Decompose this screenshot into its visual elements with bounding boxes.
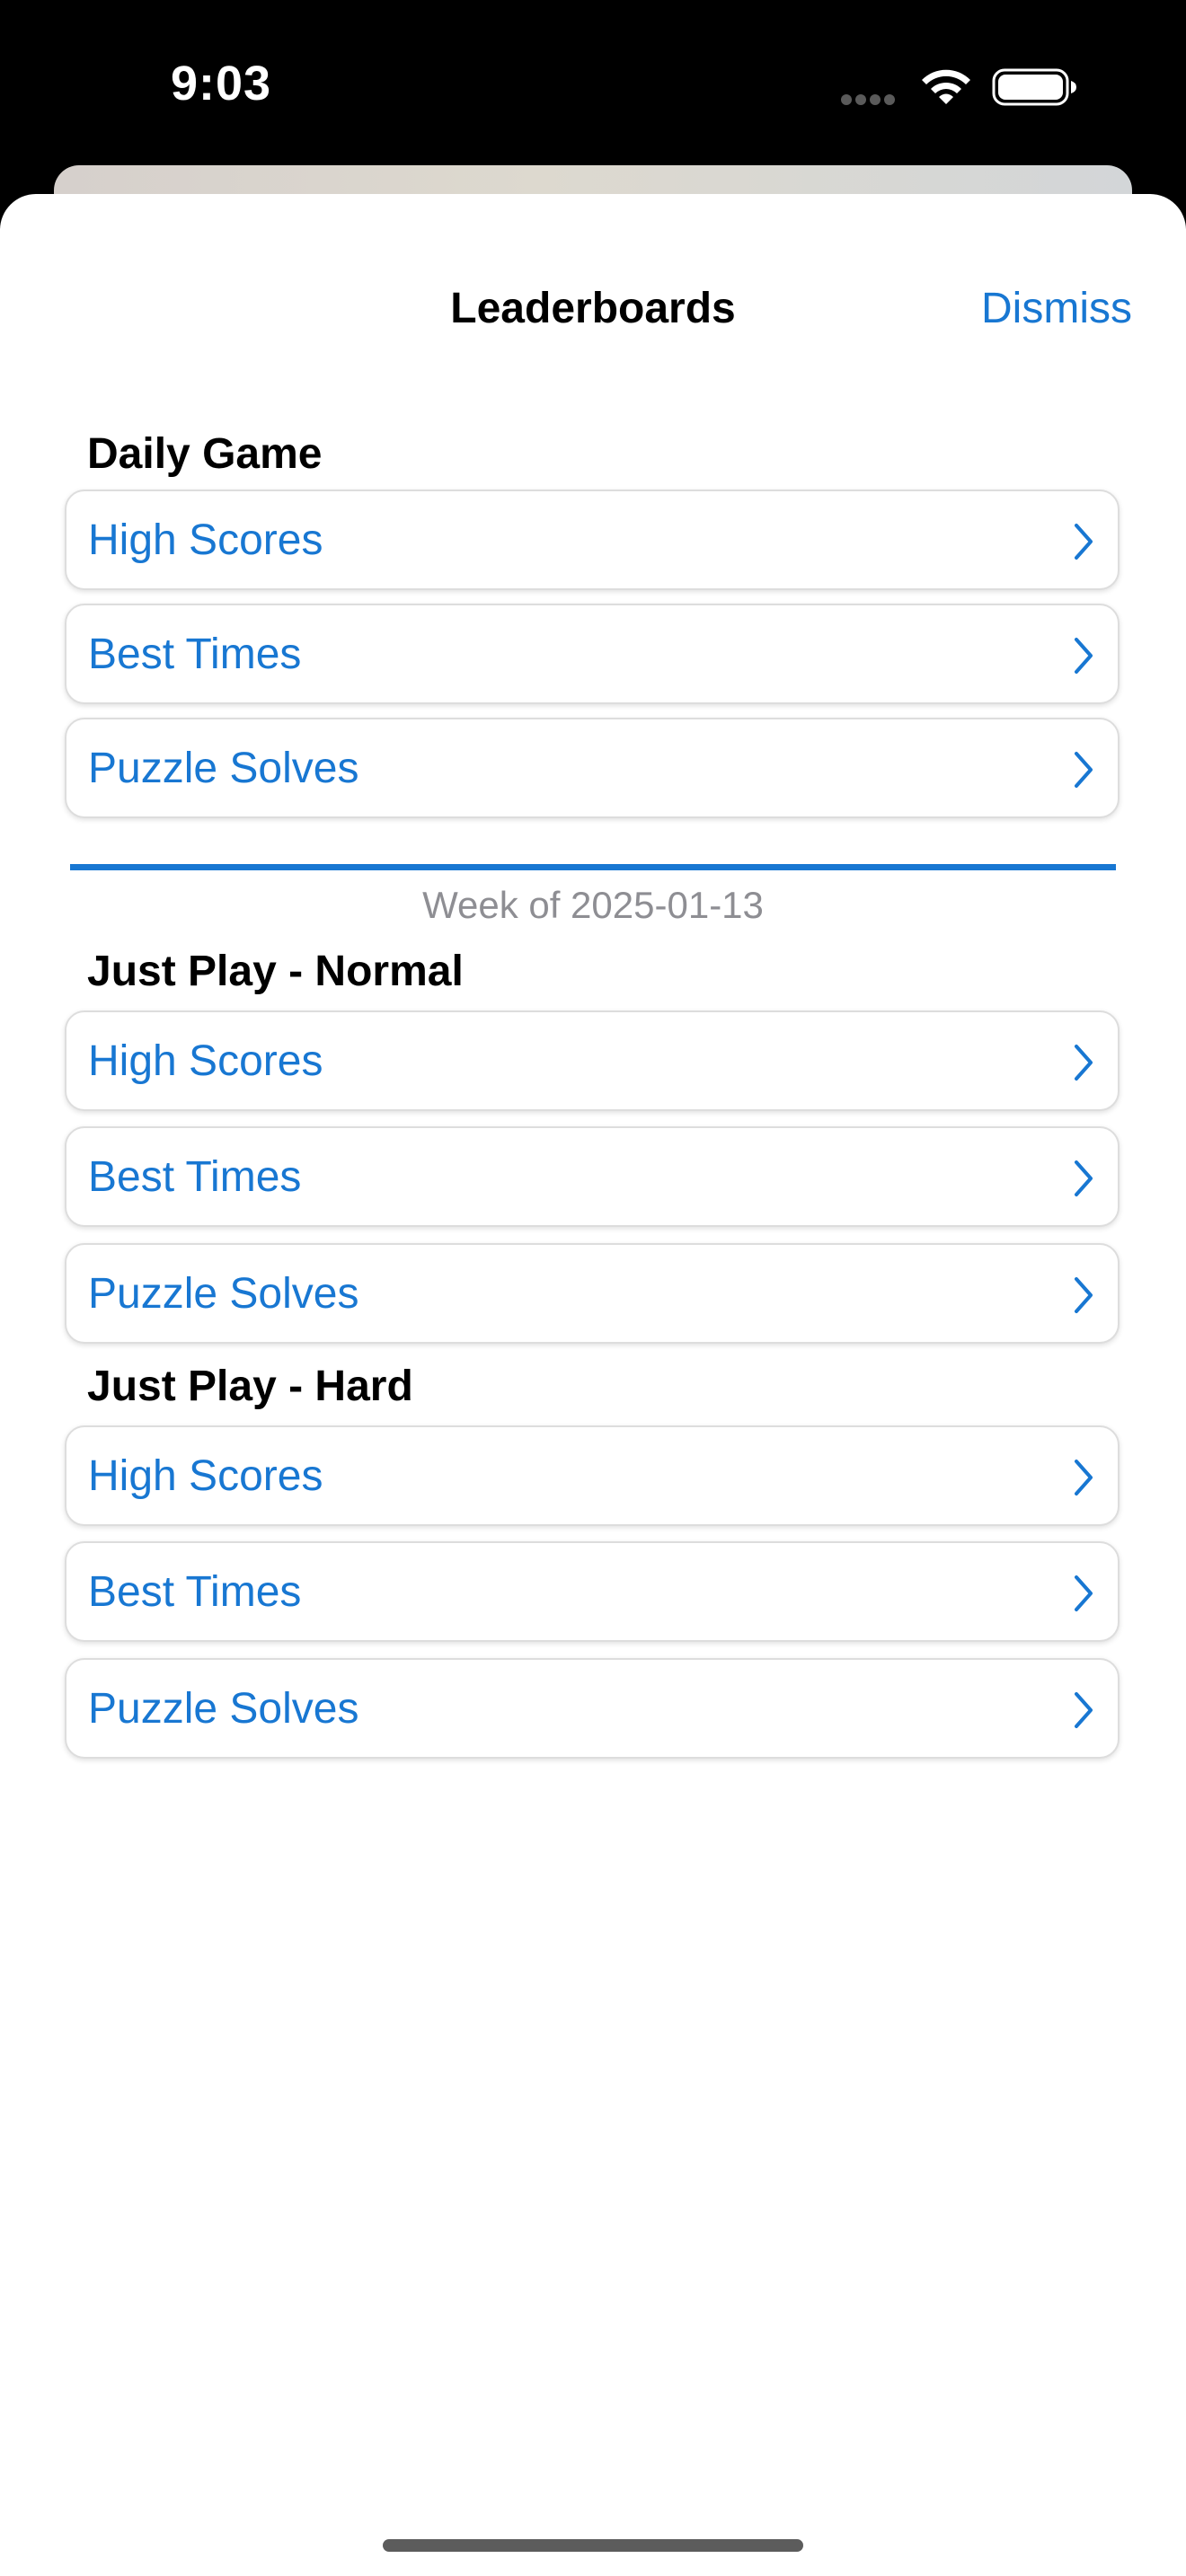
row-label: Puzzle Solves: [88, 745, 359, 792]
chevron-right-icon: [1075, 524, 1093, 560]
row-label: Best Times: [88, 1153, 302, 1201]
section-header-just-play-normal: Just Play - Normal: [87, 948, 464, 995]
week-caption: Week of 2025-01-13: [422, 884, 764, 926]
chevron-right-icon: [1075, 752, 1093, 788]
chevron-right-icon: [1075, 1160, 1093, 1196]
row-label: Puzzle Solves: [88, 1685, 359, 1733]
hard-puzzle-solves-row[interactable]: Puzzle Solves: [65, 1658, 1120, 1759]
section-divider: [70, 864, 1116, 870]
normal-puzzle-solves-row[interactable]: Puzzle Solves: [65, 1243, 1120, 1344]
daily-best-times-row[interactable]: Best Times: [65, 604, 1120, 704]
row-label: High Scores: [88, 1037, 323, 1085]
home-indicator[interactable]: [383, 2539, 803, 2552]
wifi-icon: [922, 69, 970, 104]
chevron-right-icon: [1075, 638, 1093, 674]
hard-high-scores-row[interactable]: High Scores: [65, 1425, 1120, 1526]
cellular-dots-icon: [841, 93, 900, 105]
chevron-right-icon: [1075, 1692, 1093, 1728]
chevron-right-icon: [1075, 1575, 1093, 1611]
chevron-right-icon: [1075, 1045, 1093, 1081]
hard-best-times-row[interactable]: Best Times: [65, 1541, 1120, 1642]
row-label: Puzzle Solves: [88, 1270, 359, 1318]
daily-puzzle-solves-row[interactable]: Puzzle Solves: [65, 718, 1120, 818]
chevron-right-icon: [1075, 1277, 1093, 1313]
section-header-just-play-hard: Just Play - Hard: [87, 1363, 413, 1410]
battery-icon: [992, 68, 1076, 106]
dismiss-button[interactable]: Dismiss: [981, 284, 1132, 333]
row-label: High Scores: [88, 1452, 323, 1500]
daily-high-scores-row[interactable]: High Scores: [65, 490, 1120, 590]
status-time: 9:03: [171, 57, 272, 110]
status-bar: 9:03: [0, 0, 1186, 171]
section-header-daily-game: Daily Game: [87, 430, 323, 478]
row-label: Best Times: [88, 631, 302, 678]
chevron-right-icon: [1075, 1460, 1093, 1495]
normal-best-times-row[interactable]: Best Times: [65, 1126, 1120, 1227]
leaderboards-sheet: Leaderboards Dismiss Daily Game High Sco…: [0, 194, 1186, 2576]
normal-high-scores-row[interactable]: High Scores: [65, 1010, 1120, 1111]
row-label: Best Times: [88, 1568, 302, 1616]
row-label: High Scores: [88, 516, 323, 564]
